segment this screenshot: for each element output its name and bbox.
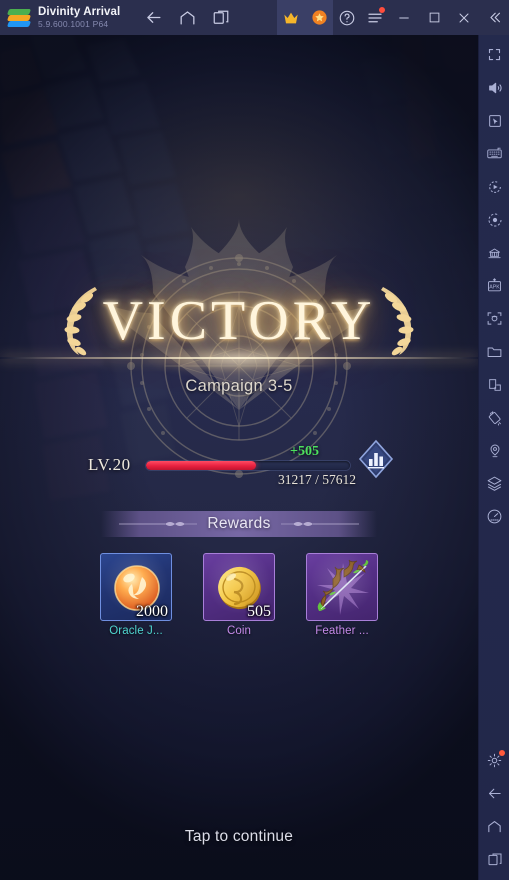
titlebar: Divinity Arrival 5.9.600.1001 P64 (0, 0, 509, 35)
settings-gear-icon[interactable] (479, 744, 509, 777)
app-title: Divinity Arrival (38, 6, 121, 18)
android-home-icon[interactable] (479, 810, 509, 843)
crown-icon[interactable] (277, 0, 305, 35)
game-screen[interactable]: VICTORY Campaign 3-5 LV.20 +505 31217 / … (0, 35, 478, 880)
back-icon[interactable] (138, 3, 168, 33)
resize-icon[interactable] (479, 368, 509, 401)
minimize-button[interactable] (389, 0, 419, 35)
stage-label: Campaign 3-5 (185, 377, 293, 395)
cursor-icon[interactable] (479, 104, 509, 137)
xp-progress-bar (146, 461, 350, 470)
xp-progress-fill (146, 461, 257, 470)
settings-notification-dot (499, 750, 505, 756)
multi-instance-icon[interactable] (206, 3, 236, 33)
experience-row: LV.20 +505 31217 / 57612 (0, 443, 478, 491)
sidebar-bottom-group (479, 744, 509, 876)
fullscreen-icon[interactable] (479, 38, 509, 71)
close-button[interactable] (449, 0, 479, 35)
reward-tile: 505 (203, 553, 275, 621)
flourish-left-icon (119, 522, 197, 526)
xp-values-label: 31217 / 57612 (277, 472, 356, 487)
android-recents-icon[interactable] (479, 843, 509, 876)
maximize-button[interactable] (419, 0, 449, 35)
player-level: LV.20 (88, 455, 131, 474)
title-glow (144, 345, 334, 373)
reward-name: Coin (226, 625, 252, 637)
star-badge-icon[interactable] (305, 0, 333, 35)
shake-icon[interactable] (479, 401, 509, 434)
laurel-left-icon (64, 287, 97, 356)
collapse-button[interactable] (479, 0, 509, 35)
flourish-right-icon (281, 522, 359, 526)
reward-tile: 2000 (100, 553, 172, 621)
apk-install-icon[interactable]: APK (479, 269, 509, 302)
multi-instance-sync-icon[interactable] (479, 236, 509, 269)
location-icon[interactable] (479, 434, 509, 467)
home-icon[interactable] (172, 3, 202, 33)
titlebar-nav (138, 3, 236, 33)
emulator-sidebar: APK (478, 35, 509, 880)
volume-icon[interactable] (479, 71, 509, 104)
titlebar-actions (277, 0, 509, 35)
menu-notification-dot (379, 7, 385, 13)
reward-name: Feather ... (315, 625, 369, 637)
reward-item[interactable]: Feather ... (306, 553, 378, 637)
layers-icon[interactable] (479, 467, 509, 500)
record-icon[interactable] (479, 170, 509, 203)
help-icon[interactable] (333, 0, 361, 35)
rewards-banner: Rewards (101, 511, 377, 537)
laurel-right-icon (381, 287, 414, 356)
app-version: 5.9.600.1001 P64 (38, 19, 109, 30)
reward-quantity: 2000 (136, 603, 168, 620)
power-rating-badge[interactable] (358, 439, 394, 479)
bluestacks-logo-icon (6, 7, 32, 29)
reward-tile (306, 553, 378, 621)
android-back-icon[interactable] (479, 777, 509, 810)
keyboard-icon[interactable] (479, 137, 509, 170)
page-title: VICTORY (102, 290, 376, 352)
menu-icon[interactable] (361, 0, 389, 35)
reward-item[interactable]: 2000 Oracle J... (100, 553, 172, 637)
divider-line (0, 357, 478, 359)
titlebar-text: Divinity Arrival 5.9.600.1001 P64 (38, 6, 120, 29)
rewards-heading: Rewards (207, 515, 271, 532)
reward-item[interactable]: 505 Coin (203, 553, 275, 637)
macro-icon[interactable] (479, 203, 509, 236)
rewards-list: 2000 Oracle J... 505 Coin Feather ... (0, 553, 478, 637)
continue-hint[interactable]: Tap to continue (0, 828, 478, 846)
folder-icon[interactable] (479, 335, 509, 368)
svg-text:APK: APK (489, 285, 500, 291)
screenshot-icon[interactable] (479, 302, 509, 335)
xp-gain-label: +505 (290, 444, 319, 459)
emulator-window: Divinity Arrival 5.9.600.1001 P64 VICTOR… (0, 0, 509, 880)
performance-icon[interactable] (479, 500, 509, 533)
sidebar-top-group: APK (479, 35, 509, 533)
reward-quantity: 505 (247, 603, 271, 620)
reward-name: Oracle J... (109, 625, 163, 637)
